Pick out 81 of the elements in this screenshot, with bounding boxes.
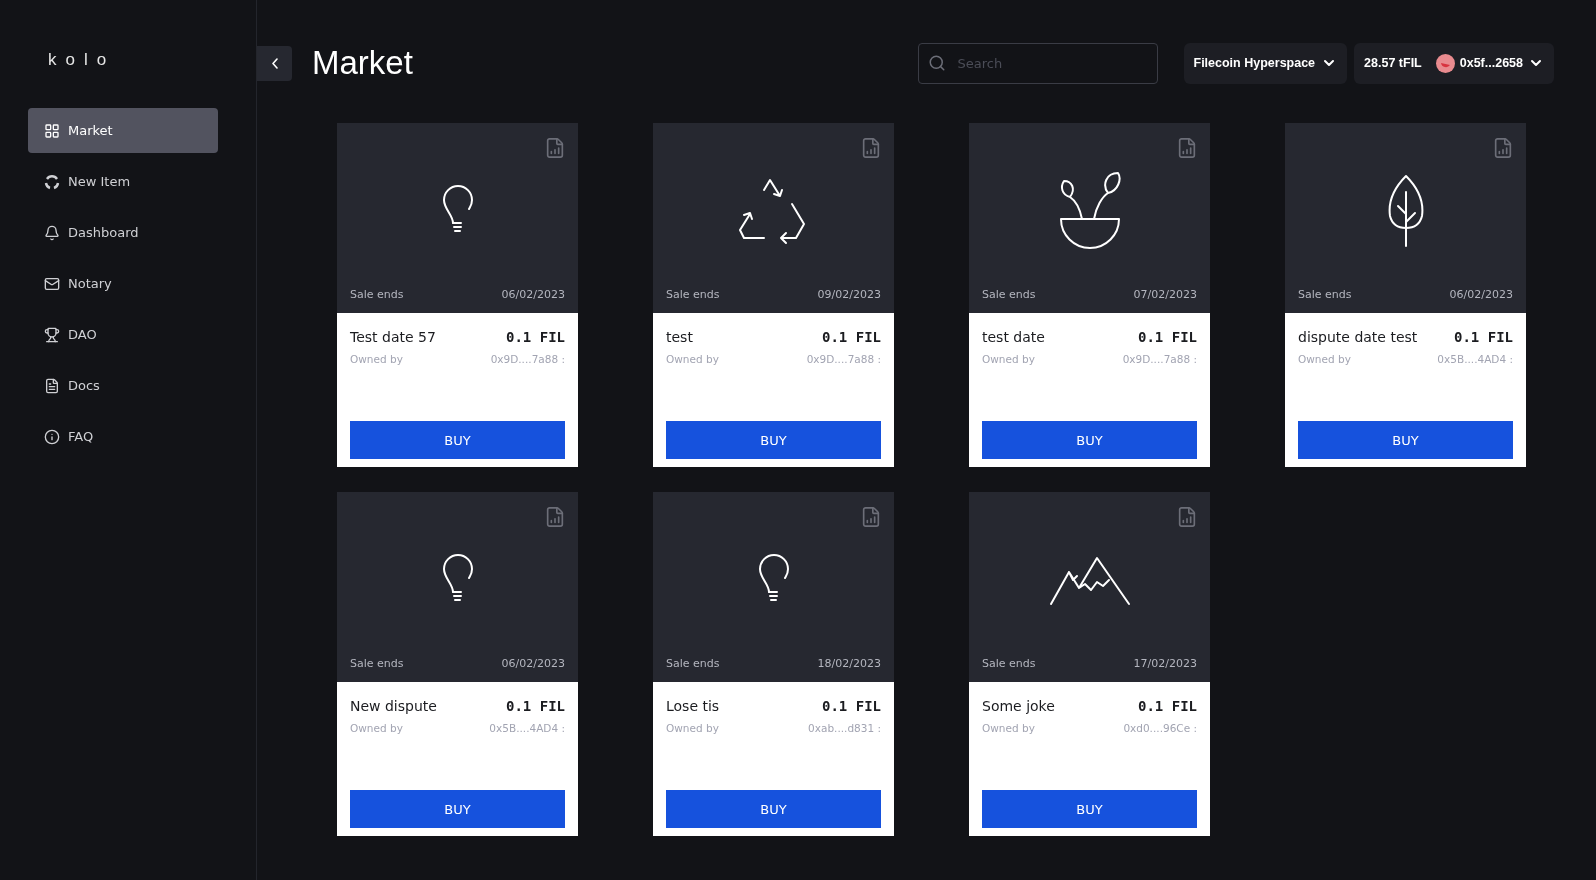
item-price: 0.1 FIL [506,329,565,345]
owner-label: Owned by [666,353,719,365]
owner-label: Owned by [982,353,1035,365]
item-name: Some joke [982,698,1055,714]
search-field[interactable]: Search [917,42,1158,84]
owner-address: 0xab....d831 : [808,722,881,734]
search-icon [927,53,946,72]
sale-label: Sale ends [982,288,1036,301]
avatar-icon [1435,53,1455,73]
buy-button[interactable]: BUY [982,421,1197,459]
network-selector[interactable]: Filecoin Hyperspace [1183,42,1348,84]
item-price: 0.1 FIL [822,329,881,345]
wallet-button[interactable]: 0x5f...2658 [1435,53,1544,73]
owner-label: Owned by [666,722,719,734]
owner-label: Owned by [1298,353,1351,365]
sale-date: 06/02/2023 [1449,288,1513,301]
item-name: dispute date test [1298,329,1418,345]
owner-address: 0x9D....7a88 : [490,353,565,365]
item-name: Test date 57 [350,329,436,345]
file-chart-icon [1492,137,1514,159]
owner-address: 0x5B....4AD4 : [1437,353,1513,365]
file-chart-icon [1176,137,1198,159]
buy-button[interactable]: BUY [350,790,565,828]
owner-label: Owned by [350,353,403,365]
sale-date: 17/02/2023 [1133,657,1197,670]
item-name: test [666,329,693,345]
sale-label: Sale ends [350,657,404,670]
owner-address: 0x9D....7a88 : [806,353,881,365]
buy-button[interactable]: BUY [982,790,1197,828]
owner-label: Owned by [350,722,403,734]
item-name: Lose tis [666,698,720,714]
kolo-logo: kolo [47,50,117,70]
grid-icon [44,122,60,139]
potted-plant-icon [1057,170,1122,251]
collapse-button[interactable] [257,45,292,81]
document-icon [44,377,60,394]
sidebar-item[interactable]: Docs [28,363,218,408]
sale-date: 07/02/2023 [1133,288,1197,301]
sidebar-item[interactable]: DAO [28,312,218,357]
sale-label: Sale ends [666,288,720,301]
envelope-icon [44,275,60,292]
trophy-icon [44,326,60,343]
item-price: 0.1 FIL [822,698,881,714]
balance-text: 28.57 tFIL [1364,56,1422,70]
owner-address: 0xd0....96Ce : [1123,722,1197,734]
sale-label: Sale ends [1298,288,1352,301]
item-price: 0.1 FIL [1138,698,1197,714]
sale-date: 06/02/2023 [501,288,565,301]
sale-date: 06/02/2023 [501,657,565,670]
info-icon [44,428,60,445]
sale-date: 09/02/2023 [817,288,881,301]
item-price: 0.1 FIL [506,698,565,714]
file-chart-icon [860,506,882,528]
file-chart-icon [860,137,882,159]
chevron-left-icon [271,57,278,69]
item-name: New dispute [350,698,437,714]
item-price: 0.1 FIL [1138,329,1197,345]
owner-address: 0x9D....7a88 : [1122,353,1197,365]
file-chart-icon [544,506,566,528]
sale-label: Sale ends [982,657,1036,670]
file-chart-icon [544,137,566,159]
bell-icon [44,224,60,241]
buy-button[interactable]: BUY [666,790,881,828]
owner-label: Owned by [982,722,1035,734]
owner-address: 0x5B....4AD4 : [489,722,565,734]
buy-button[interactable]: BUY [1298,421,1513,459]
buy-button[interactable]: BUY [666,421,881,459]
page-title: Market [312,44,413,82]
sale-date: 18/02/2023 [817,657,881,670]
sale-label: Sale ends [666,657,720,670]
sidebar-item[interactable]: New Item [28,159,218,204]
sidebar-item[interactable]: Market [28,108,218,153]
file-chart-icon [1176,506,1198,528]
circle-segments-icon [44,173,60,190]
buy-button[interactable]: BUY [350,421,565,459]
item-name: test date [982,329,1045,345]
sidebar-item[interactable]: Notary [28,261,218,306]
sale-label: Sale ends [350,288,404,301]
sidebar-item[interactable]: FAQ [28,414,218,459]
sidebar-item[interactable]: Dashboard [28,210,218,255]
item-price: 0.1 FIL [1454,329,1513,345]
